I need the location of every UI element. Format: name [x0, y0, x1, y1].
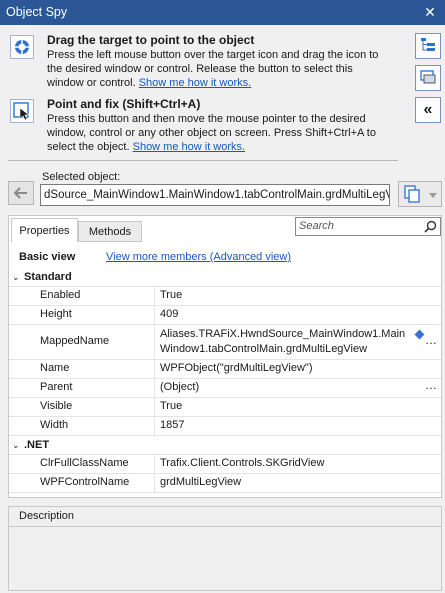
advanced-view-link[interactable]: View more members (Advanced view) — [106, 251, 291, 263]
separator — [8, 160, 398, 161]
selected-object-field[interactable]: dSource_MainWindow1.MainWindow1.tabContr… — [40, 184, 390, 206]
chevron-down-icon[interactable]: ⌄ — [12, 436, 20, 454]
property-row[interactable]: WPFControlName grdMultiLegView — [9, 473, 441, 493]
chevron-down-icon[interactable] — [429, 190, 437, 202]
category-label: .NET — [24, 439, 50, 451]
basic-view-label: Basic view — [19, 251, 76, 263]
property-value: True — [160, 400, 183, 412]
property-name: Visible — [40, 400, 73, 412]
property-row[interactable]: ClrFullClassName Trafix.Client.Controls.… — [9, 454, 441, 473]
back-arrow-icon — [9, 187, 33, 207]
description-header: Description — [9, 507, 441, 527]
object-browser-button[interactable] — [415, 65, 441, 91]
copy-icon — [402, 185, 422, 206]
description-panel: Description — [8, 506, 442, 591]
property-name: Width — [40, 419, 69, 431]
property-value: True — [160, 289, 183, 301]
back-button[interactable] — [8, 181, 34, 205]
property-name: WPFControlName — [40, 476, 130, 488]
tab-methods[interactable]: Methods — [78, 221, 142, 242]
chevron-down-icon[interactable]: ⌄ — [12, 268, 20, 286]
tab-properties[interactable]: Properties — [11, 218, 78, 242]
properties-panel: Properties Methods Search Basic view Vie… — [8, 215, 442, 498]
property-name: MappedName — [40, 335, 110, 347]
collapse-button[interactable]: « — [415, 97, 441, 123]
property-row[interactable]: MappedName Aliases.TRAFiX.HwndSource_Mai… — [9, 324, 441, 359]
ellipsis-icon[interactable]: … — [425, 377, 437, 394]
property-name: Height — [40, 308, 72, 320]
category-label: Standard — [24, 271, 72, 283]
category-dotnet[interactable]: ⌄ .NET — [9, 435, 441, 454]
crosshair-target-icon[interactable] — [10, 35, 34, 59]
title-bar: Object Spy ✕ — [0, 0, 445, 25]
drag-target-hint: Drag the target to point to the object P… — [8, 33, 398, 93]
property-name: ClrFullClassName — [40, 457, 129, 469]
property-row[interactable]: Enabled True — [9, 286, 441, 305]
search-icon[interactable] — [424, 220, 437, 239]
object-browser-icon — [420, 69, 436, 88]
property-name: Enabled — [40, 289, 81, 301]
point-and-fix-icon[interactable] — [10, 99, 34, 123]
property-name: Name — [40, 362, 70, 374]
category-standard[interactable]: ⌄ Standard — [9, 268, 441, 286]
close-icon[interactable]: ✕ — [415, 0, 445, 25]
property-row[interactable]: Width 1857 — [9, 416, 441, 435]
property-value: Trafix.Client.Controls.SKGridView — [160, 457, 325, 469]
object-tree-icon — [420, 37, 436, 56]
sidebar-toolbar: « — [415, 33, 443, 129]
window-title: Object Spy — [6, 5, 68, 19]
property-value: 1857 — [160, 419, 185, 431]
property-row[interactable]: Height 409 — [9, 305, 441, 324]
search-input[interactable]: Search — [295, 217, 441, 236]
selected-object-label: Selected object: — [42, 171, 121, 183]
object-tree-button[interactable] — [415, 33, 441, 59]
search-placeholder: Search — [299, 220, 334, 232]
point-and-fix-description: Press this button and then move the mous… — [47, 112, 392, 154]
point-and-fix-hint: Point and fix (Shift+Ctrl+A) Press this … — [8, 97, 398, 157]
point-show-me-link[interactable]: Show me how it works. — [133, 141, 245, 153]
ellipsis-icon[interactable]: … — [425, 332, 437, 349]
property-row[interactable]: Parent (Object) … — [9, 378, 441, 397]
point-and-fix-heading: Point and fix (Shift+Ctrl+A) — [47, 97, 201, 111]
mapped-name-icon — [414, 329, 425, 340]
drag-target-heading: Drag the target to point to the object — [47, 33, 255, 47]
collapse-icon: « — [423, 101, 433, 118]
property-value: WPFObject("grdMultiLegView") — [160, 362, 313, 374]
property-value: Aliases.TRAFiX.HwndSource_MainWindow1.Ma… — [160, 328, 406, 355]
property-row[interactable]: Visible True — [9, 397, 441, 416]
copy-object-button[interactable] — [398, 181, 442, 207]
drag-target-description: Press the left mouse button over the tar… — [47, 48, 392, 90]
drag-show-me-link[interactable]: Show me how it works. — [139, 77, 251, 89]
property-name: Parent — [40, 381, 73, 393]
property-value: (Object) — [160, 381, 200, 393]
property-row[interactable]: Name WPFObject("grdMultiLegView") — [9, 359, 441, 378]
property-value: grdMultiLegView — [160, 476, 242, 488]
property-grid: ⌄ Standard Enabled True Height 409 Mappe… — [9, 268, 441, 493]
property-value: 409 — [160, 308, 179, 320]
